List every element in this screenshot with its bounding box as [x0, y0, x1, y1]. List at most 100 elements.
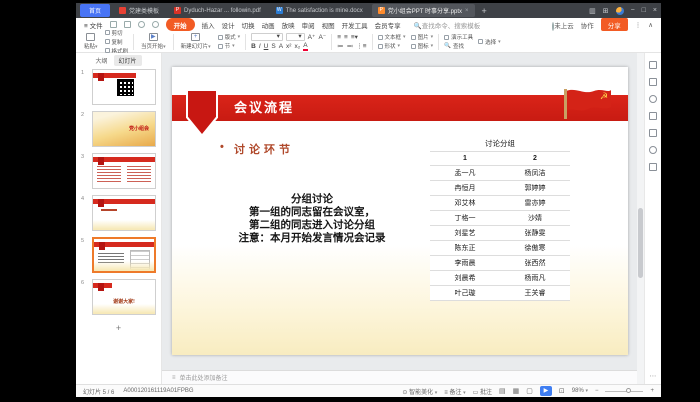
- account-avatar[interactable]: [616, 7, 624, 15]
- bold-button[interactable]: B: [251, 43, 256, 50]
- collapse-ribbon-icon[interactable]: ∧: [648, 21, 653, 29]
- doc-tab-template[interactable]: 党建类模板: [113, 4, 165, 17]
- minimize-button[interactable]: −: [631, 7, 635, 14]
- slide-thumbnail-1[interactable]: [92, 69, 156, 105]
- slide-canvas[interactable]: 会议流程 ☭ 讨论环节 分组讨论 第一组的同志留在会议室， 第二组的同志进入讨论…: [162, 53, 637, 384]
- current-slide[interactable]: 会议流程 ☭ 讨论环节 分组讨论 第一组的同志留在会议室， 第二组的同志进入讨论…: [172, 67, 628, 355]
- close-button[interactable]: ×: [653, 7, 657, 14]
- zoom-level[interactable]: 98% ▾: [572, 388, 588, 394]
- picture-button[interactable]: 图片▾: [411, 33, 434, 41]
- share-button[interactable]: 分享: [601, 18, 628, 31]
- subscript-button[interactable]: x₂: [294, 43, 300, 50]
- section-button[interactable]: 节▾: [218, 42, 241, 50]
- discussion-groups-table[interactable]: 讨论分组 1 2 孟一凡杨凤洁 冉恒月郭婷婷 邓艾林雷亦婷 丁格一沙婧 刘星艺张…: [430, 137, 570, 301]
- ribbon-tab-view[interactable]: 视图: [322, 20, 335, 30]
- close-tab-icon[interactable]: ×: [465, 8, 469, 14]
- superscript-button[interactable]: x²: [286, 43, 291, 50]
- home-tab[interactable]: 首页: [80, 4, 110, 17]
- ribbon-tab-devtools[interactable]: 开发工具: [342, 20, 368, 30]
- doc-tab-pdf[interactable]: P Dyduch-Hazar ... followin.pdf: [168, 5, 267, 16]
- textbox-button[interactable]: 文本框▾: [378, 33, 406, 41]
- undo-icon[interactable]: [138, 21, 145, 28]
- icons-button[interactable]: 图标▾: [411, 42, 434, 50]
- slides-tab[interactable]: 幻灯片: [114, 55, 142, 66]
- zoom-in-button[interactable]: +: [650, 388, 654, 394]
- slide-thumbnail-3[interactable]: [92, 153, 156, 189]
- file-menu[interactable]: ≡ 文件: [84, 20, 103, 30]
- zoom-out-button[interactable]: −: [595, 388, 599, 394]
- collab-button[interactable]: 协作: [581, 20, 594, 30]
- align-center-icon[interactable]: ≡: [344, 34, 348, 41]
- ribbon-tab-insert[interactable]: 插入: [202, 20, 215, 30]
- font-family-select[interactable]: ▾: [251, 33, 283, 41]
- more-menu-icon[interactable]: ⋮: [635, 21, 642, 29]
- zoom-slider-knob[interactable]: [626, 388, 631, 393]
- copy-button[interactable]: 复制: [105, 38, 129, 46]
- apps-grid-icon[interactable]: ⊞: [603, 7, 609, 15]
- doc-tab-docx[interactable]: W The satisfaction is mine.docx: [270, 5, 369, 16]
- maximize-button[interactable]: □: [642, 7, 646, 14]
- bullet-list-icon[interactable]: ≔: [337, 42, 344, 50]
- shapes-button[interactable]: 形状▾: [378, 42, 406, 50]
- ribbon-tab-review[interactable]: 审阅: [302, 20, 315, 30]
- cloud-status[interactable]: 未上云: [552, 20, 574, 30]
- smart-beautify-button[interactable]: ⊙ 智能美化 ▾: [402, 387, 437, 396]
- cut-button[interactable]: 剪切: [105, 29, 129, 37]
- decrease-font-icon[interactable]: A⁻: [318, 33, 326, 41]
- slide-body-text[interactable]: 分组讨论 第一组的同志留在会议室， 第二组的同志进入讨论分组 注意：本月开始发言…: [178, 193, 446, 245]
- more-panes-icon[interactable]: ⋯: [650, 372, 657, 384]
- select-button[interactable]: 选择▾: [478, 38, 501, 46]
- ribbon-tab-slideshow[interactable]: 放映: [282, 20, 295, 30]
- reading-view-icon[interactable]: ▢: [526, 387, 533, 395]
- fit-slide-icon[interactable]: ⊡: [559, 387, 565, 395]
- animation-pane-icon[interactable]: [649, 78, 657, 86]
- layout-button[interactable]: 版式▾: [218, 33, 241, 41]
- scrollbar-thumb[interactable]: [638, 208, 643, 278]
- font-size-select[interactable]: ▾: [286, 33, 305, 41]
- redo-icon[interactable]: [152, 21, 159, 28]
- comments-toggle[interactable]: ▭ 批注: [473, 387, 492, 396]
- shadow-button[interactable]: A: [279, 43, 283, 50]
- italic-button[interactable]: I: [259, 43, 261, 50]
- strikethrough-button[interactable]: S: [271, 43, 275, 50]
- vertical-scrollbar[interactable]: [637, 53, 644, 384]
- align-left-icon[interactable]: ≡: [337, 34, 341, 41]
- add-slide-button[interactable]: +: [76, 321, 161, 337]
- qr-pane-icon[interactable]: [649, 163, 657, 171]
- save-icon[interactable]: [110, 21, 117, 28]
- resource-pane-icon[interactable]: [649, 129, 657, 137]
- command-search-input[interactable]: 🔍查找命令、搜索模板: [414, 20, 481, 30]
- print-icon[interactable]: [124, 21, 131, 28]
- slide-bullet-text[interactable]: 讨论环节: [234, 141, 294, 157]
- indent-icon[interactable]: ⋮≡: [356, 42, 366, 50]
- new-tab-button[interactable]: +: [478, 6, 491, 16]
- slide-thumbnail-6[interactable]: 谢谢大家!: [92, 279, 156, 315]
- smart-beautify-icon[interactable]: [649, 95, 657, 103]
- slide-title[interactable]: 会议流程: [234, 95, 294, 121]
- number-list-icon[interactable]: ≕: [347, 42, 354, 50]
- present-tools-button[interactable]: 演示工具: [444, 33, 473, 41]
- ribbon-tab-member[interactable]: 会员专享: [375, 20, 401, 30]
- outline-tab[interactable]: 大纲: [95, 56, 107, 65]
- notes-input[interactable]: ≡ 单击此处添加备注: [162, 370, 637, 384]
- line-spacing-icon[interactable]: ≡▾: [351, 33, 358, 41]
- zoom-slider[interactable]: [605, 391, 643, 392]
- properties-pane-icon[interactable]: [649, 61, 657, 69]
- split-view-icon[interactable]: ▥: [589, 7, 596, 15]
- paste-button[interactable]: 粘贴▾: [82, 33, 100, 50]
- normal-view-icon[interactable]: ▤: [499, 387, 506, 395]
- ribbon-tab-transition[interactable]: 切换: [242, 20, 255, 30]
- slide-thumbnail-4[interactable]: [92, 195, 156, 231]
- play-slideshow-button[interactable]: ▶: [540, 386, 552, 396]
- ribbon-tab-animation[interactable]: 动画: [262, 20, 275, 30]
- font-color-button[interactable]: A: [303, 42, 307, 51]
- find-button[interactable]: 🔍查找: [444, 42, 473, 50]
- slide-sorter-icon[interactable]: ▦: [513, 387, 520, 395]
- layout-pane-icon[interactable]: [649, 112, 657, 120]
- ribbon-tab-home[interactable]: 开始: [166, 18, 195, 31]
- slide-thumbnail-2[interactable]: 党小组会: [92, 111, 156, 147]
- notes-toggle[interactable]: ≡ 备注 ▾: [444, 387, 465, 396]
- underline-button[interactable]: U: [264, 43, 269, 50]
- play-from-current-button[interactable]: ▶ 当页开始▾: [139, 33, 168, 50]
- slide-thumbnail-5-selected[interactable]: [92, 237, 156, 273]
